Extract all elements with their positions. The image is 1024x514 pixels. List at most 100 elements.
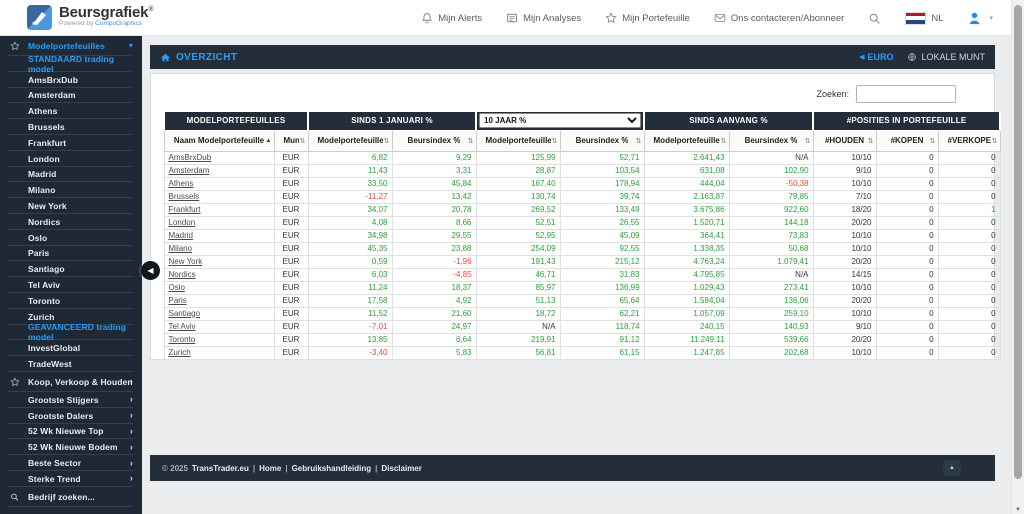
sidebar-item-amsbrxdub[interactable]: AmsBrxDub bbox=[0, 72, 142, 88]
sidebar-item-sterke-trend[interactable]: Sterke Trend› bbox=[0, 471, 142, 487]
sidebar-item-nordics[interactable]: Nordics bbox=[0, 214, 142, 230]
sidebar-item-madrid[interactable]: Madrid bbox=[0, 167, 142, 183]
cell-percent: 61,15 bbox=[560, 346, 644, 359]
sidebar-item-grootste-dalers[interactable]: Grootste Dalers› bbox=[0, 408, 142, 424]
sidebar-item-label: Frankfurt bbox=[28, 138, 66, 148]
sidebar-item-brussels[interactable]: Brussels bbox=[0, 119, 142, 135]
sidebar-item-geavanceerd-trading-model[interactable]: GEAVANCEERD trading model bbox=[0, 325, 142, 341]
cell-percent: 118,74 bbox=[560, 320, 644, 333]
group-header-posities-in-portefeuille: #POSITIES IN PORTEFEUILLE bbox=[813, 112, 1000, 130]
sidebar-item-amsterdam[interactable]: Amsterdam bbox=[0, 88, 142, 104]
portfolio-link[interactable]: Tel Aviv bbox=[169, 322, 196, 331]
sidebar-item-paris[interactable]: Paris bbox=[0, 246, 142, 262]
sidebar-item-bedrijf-zoeken[interactable]: Bedrijf zoeken... bbox=[0, 487, 142, 507]
registered-mark: ® bbox=[148, 6, 153, 13]
language-selector[interactable]: NL bbox=[905, 12, 943, 25]
portfolio-link[interactable]: London bbox=[169, 218, 196, 227]
table-row-frankfurt: FrankfurtEUR34,0720,78269,52133,493.675,… bbox=[164, 203, 1000, 216]
cell-munt: EUR bbox=[274, 268, 308, 281]
nav-mijn-portefeuille[interactable]: Mijn Portefeuille bbox=[605, 12, 690, 24]
sidebar-item-beste-sector[interactable]: Beste Sector› bbox=[0, 455, 142, 471]
cell-percent: 219,91 bbox=[476, 333, 560, 346]
sidebar-item-label: Oslo bbox=[28, 233, 47, 243]
sidebar-collapse-button[interactable]: ◀ bbox=[141, 261, 160, 280]
col-header-modelportefeuille[interactable]: Modelportefeuille %⇅ bbox=[308, 130, 392, 151]
footer-text: © 2025TransTrader.eu|Home|Gebruikshandle… bbox=[162, 464, 422, 473]
col-header-verkopen[interactable]: #VERKOPEN⇅ bbox=[938, 130, 1000, 151]
search-input[interactable] bbox=[856, 85, 956, 103]
col-header-munt[interactable]: Munt⇅ bbox=[274, 130, 308, 151]
col-header-modelportefeuille[interactable]: Modelportefeuille %⇅ bbox=[476, 130, 560, 151]
cell-positions: 20/20 bbox=[813, 333, 876, 346]
portfolio-link[interactable]: Oslo bbox=[169, 283, 185, 292]
portfolio-link[interactable]: Nordics bbox=[169, 270, 196, 279]
sidebar-item-tradewest[interactable]: TradeWest bbox=[0, 356, 142, 372]
col-header-beursindex[interactable]: Beursindex %⇅ bbox=[729, 130, 813, 151]
col-header-kopen[interactable]: #KOPEN⇅ bbox=[876, 130, 938, 151]
sidebar-item-oslo[interactable]: Oslo bbox=[0, 230, 142, 246]
portfolio-link[interactable]: Santiago bbox=[169, 309, 201, 318]
footer-link-disclaimer[interactable]: Disclaimer bbox=[381, 464, 421, 473]
group-header-10-jaar: 10 JAAR % bbox=[476, 112, 644, 130]
cell-percent: 6,82 bbox=[308, 151, 392, 164]
cell-positions: 0 bbox=[938, 151, 1000, 164]
search-button[interactable] bbox=[868, 12, 881, 25]
portfolio-link[interactable]: Madrid bbox=[169, 231, 193, 240]
sidebar-item-52-wk-nieuwe-top[interactable]: 52 Wk Nieuwe Top› bbox=[0, 424, 142, 440]
portfolio-link[interactable]: Milano bbox=[169, 244, 193, 253]
cell-percent: 56,81 bbox=[476, 346, 560, 359]
currency-local-button[interactable]: LOKALE MUNT bbox=[907, 52, 985, 62]
col-header-modelportefeuille[interactable]: Modelportefeuille %⇅ bbox=[644, 130, 729, 151]
sidebar-item-grootste-stijgers[interactable]: Grootste Stijgers› bbox=[0, 392, 142, 408]
col-header-beursindex[interactable]: Beursindex %⇅ bbox=[560, 130, 644, 151]
cell-munt: EUR bbox=[274, 255, 308, 268]
sidebar-item-santiago[interactable]: Santiago bbox=[0, 261, 142, 277]
footer-link-home[interactable]: Home bbox=[259, 464, 281, 473]
sidebar-item-milano[interactable]: Milano bbox=[0, 182, 142, 198]
col-header-naam-modelportefeuille[interactable]: Naam Modelportefeuille▲ bbox=[164, 130, 274, 151]
scrollbar-thumb[interactable] bbox=[1014, 5, 1022, 479]
cell-positions: 0 bbox=[938, 255, 1000, 268]
sidebar-item-koop-verkoop-houden[interactable]: Koop, Verkoop & Houden› bbox=[0, 372, 142, 392]
portfolio-link[interactable]: AmsBrxDub bbox=[169, 153, 212, 162]
period-select[interactable]: 10 JAAR % bbox=[479, 113, 641, 128]
sidebar-item-52-wk-nieuwe-bodem[interactable]: 52 Wk Nieuwe Bodem› bbox=[0, 439, 142, 455]
table-row-santiago: SantiagoEUR11,5221,6018,7262,211.057,092… bbox=[164, 307, 1000, 320]
portfolio-link[interactable]: Athens bbox=[169, 179, 194, 188]
portfolio-link[interactable]: Toronto bbox=[169, 335, 196, 344]
scrollbar-down-icon[interactable]: ▼ bbox=[1012, 507, 1024, 513]
portfolio-link[interactable]: Paris bbox=[169, 296, 187, 305]
col-header-houden[interactable]: #HOUDEN⇅ bbox=[813, 130, 876, 151]
sidebar-item-toronto[interactable]: Toronto bbox=[0, 293, 142, 309]
footer-link-gebruikshandleiding[interactable]: Gebruikshandleiding bbox=[292, 464, 372, 473]
brand-logo[interactable]: Beursgrafiek® Powered by CompuGraphics bbox=[27, 5, 153, 30]
table-row-amsterdam: AmsterdamEUR11,433,3128,87103,54631,0810… bbox=[164, 164, 1000, 177]
user-menu[interactable]: ▾ bbox=[967, 11, 993, 26]
page-scrollbar[interactable]: ▼ bbox=[1011, 0, 1024, 514]
portfolio-link[interactable]: Brussels bbox=[169, 192, 200, 201]
group-header-row: MODELPORTEFEUILLESSINDS 1 JANUARI %10 JA… bbox=[164, 112, 1000, 130]
col-header-beursindex[interactable]: Beursindex %⇅ bbox=[392, 130, 476, 151]
nav-mijn-analyses[interactable]: Mijn Analyses bbox=[506, 12, 581, 24]
sort-asc-icon: ▲ bbox=[266, 138, 272, 144]
sidebar-item-label: AmsBrxDub bbox=[28, 75, 78, 85]
nav-mijn-alerts[interactable]: Mijn Alerts bbox=[421, 12, 482, 24]
cell-percent: 922,60 bbox=[729, 203, 813, 216]
sidebar-item-new-york[interactable]: New York bbox=[0, 198, 142, 214]
sidebar-item-standaard-trading-model[interactable]: STANDAARD trading model bbox=[0, 56, 142, 72]
portfolio-link[interactable]: Amsterdam bbox=[169, 166, 210, 175]
footer-bar: © 2025TransTrader.eu|Home|Gebruikshandle… bbox=[150, 455, 995, 481]
sidebar-item-london[interactable]: London bbox=[0, 151, 142, 167]
currency-euro-button[interactable]: ◀EURO bbox=[859, 52, 893, 62]
cell-percent: 254,09 bbox=[476, 242, 560, 255]
scroll-to-top-button[interactable]: ▲ bbox=[943, 460, 961, 476]
nav-contact-abonneer[interactable]: Ons contacteren/Abonneer bbox=[714, 12, 845, 24]
portfolio-link[interactable]: Frankfurt bbox=[169, 205, 201, 214]
sidebar-item-athens[interactable]: Athens bbox=[0, 103, 142, 119]
sidebar-item-frankfurt[interactable]: Frankfurt bbox=[0, 135, 142, 151]
cell-percent: 167,40 bbox=[476, 177, 560, 190]
portfolio-link[interactable]: Zurich bbox=[169, 348, 191, 357]
sidebar-item-investglobal[interactable]: InvestGlobal bbox=[0, 340, 142, 356]
sidebar-item-tel-aviv[interactable]: Tel Aviv bbox=[0, 277, 142, 293]
portfolio-link[interactable]: New York bbox=[169, 257, 203, 266]
